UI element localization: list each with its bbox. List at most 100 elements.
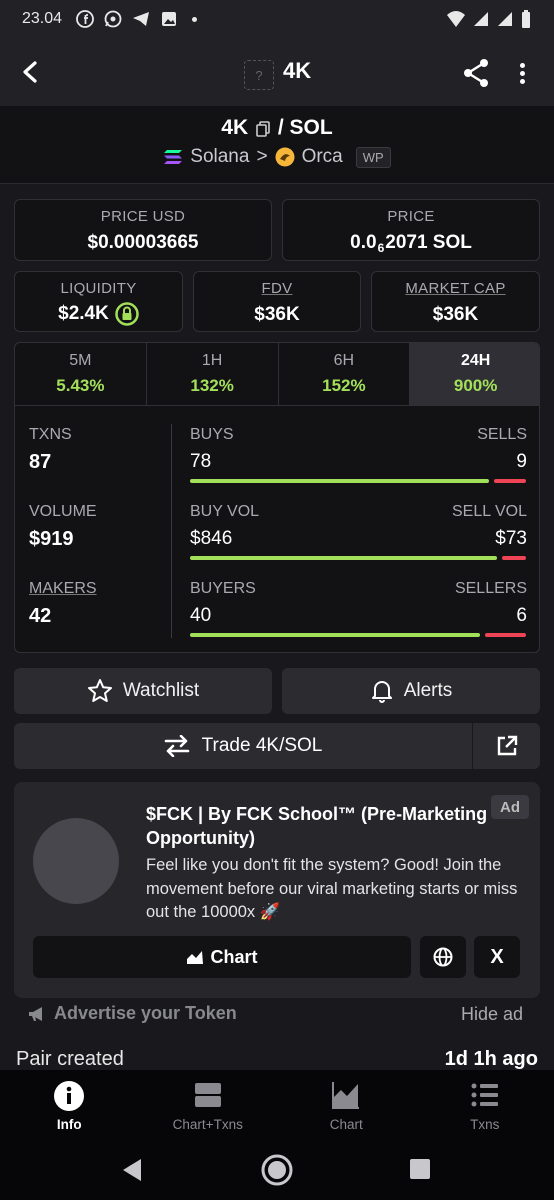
trade-button[interactable]: Trade 4K/SOL: [14, 723, 472, 769]
price-native-box: PRICE 0.062071 SOL: [282, 199, 540, 261]
external-link-icon: [497, 735, 517, 756]
timeframe-stats-panel: 5M 5.43% 1H 132% 6H 152% 24H 900% TXNS 8…: [14, 342, 540, 653]
fdv-box[interactable]: FDV $36K: [193, 271, 361, 332]
liquidity-value-row: $2.4K: [15, 302, 182, 326]
alerts-button[interactable]: Alerts: [282, 668, 540, 714]
notification-dot-icon: [192, 16, 198, 22]
orca-icon: [275, 147, 295, 167]
buyers-bar: [190, 633, 480, 637]
base-token-symbol: 4K: [221, 116, 249, 139]
battery-icon: [522, 10, 530, 28]
system-navigation-bar: [0, 1140, 554, 1200]
advertise-token-link[interactable]: Advertise your Token: [28, 1003, 237, 1024]
share-button[interactable]: [462, 58, 492, 88]
whitepaper-badge[interactable]: WP: [355, 146, 391, 168]
sell-vol-label: SELL VOL: [451, 503, 527, 520]
nav-label: Txns: [470, 1117, 500, 1132]
system-recents-icon[interactable]: [409, 1158, 431, 1180]
price-prefix: 0.0: [350, 232, 377, 253]
chain-dex-row: Solana > Orca WP: [0, 146, 554, 168]
nav-chart-txns[interactable]: Chart+Txns: [139, 1070, 278, 1140]
market-cap-box[interactable]: MARKET CAP $36K: [371, 271, 540, 332]
nav-label: Chart: [329, 1117, 363, 1132]
liquidity-locked-icon[interactable]: [115, 302, 139, 326]
list-icon: [471, 1083, 498, 1107]
megaphone-icon: [29, 1006, 42, 1021]
ad-website-button[interactable]: [420, 936, 466, 978]
tab-label: 24H: [460, 352, 491, 369]
liquidity-box: LIQUIDITY $2.4K: [14, 271, 183, 332]
system-back-icon[interactable]: [120, 1157, 144, 1183]
tab-24h[interactable]: 24H 900%: [410, 343, 539, 405]
chart-icon: [332, 1082, 360, 1109]
nav-txns[interactable]: Txns: [416, 1070, 554, 1140]
quote-token-symbol: / SOL: [277, 116, 333, 139]
gallery-icon: [162, 12, 177, 26]
ad-badge: Ad: [491, 795, 529, 819]
chain-name[interactable]: Solana: [190, 146, 249, 168]
system-home-icon[interactable]: [261, 1154, 293, 1186]
more-options-button[interactable]: [510, 58, 534, 88]
pair-name: 4K / SOL: [0, 116, 554, 140]
buys-value: 78: [190, 451, 212, 472]
tab-1h[interactable]: 1H 132%: [147, 343, 279, 405]
price-usd-value: $0.00003665: [87, 232, 199, 253]
volume-value: $919: [29, 528, 74, 550]
whatsapp-icon: [104, 10, 122, 28]
buyers-value: 40: [190, 605, 212, 626]
ad-x-button[interactable]: X: [474, 936, 520, 978]
copy-address-icon[interactable]: [256, 119, 270, 137]
txns-ratio-bar: [190, 479, 526, 483]
swap-arrows-icon: [164, 735, 189, 757]
nav-info[interactable]: Info: [0, 1070, 139, 1140]
sells-label: SELLS: [477, 426, 527, 443]
hide-ad-button[interactable]: Hide ad: [461, 1004, 523, 1025]
nav-chart[interactable]: Chart: [277, 1070, 416, 1140]
dex-name[interactable]: Orca: [302, 146, 343, 168]
makers-ratio-bar: [190, 633, 526, 637]
price-change: 900%: [453, 376, 498, 395]
sellers-value: 6: [516, 605, 527, 626]
ad-chart-button[interactable]: Chart: [33, 936, 411, 978]
open-external-button[interactable]: [473, 723, 540, 769]
signal-icon: [474, 12, 488, 26]
back-button[interactable]: [14, 56, 46, 88]
price-usd-label: PRICE USD: [100, 208, 186, 225]
sell-vol-bar: [501, 556, 526, 560]
tab-6h[interactable]: 6H 152%: [279, 343, 411, 405]
volume-label: VOLUME: [29, 503, 97, 520]
tab-label: 6H: [333, 352, 355, 369]
facebook-icon: [76, 10, 94, 28]
buy-vol-label: BUY VOL: [190, 503, 260, 520]
price-native-label: PRICE: [387, 208, 435, 225]
market-cap-label: MARKET CAP: [405, 280, 506, 297]
x-twitter-icon: X: [490, 945, 504, 968]
tab-label: 5M: [69, 352, 92, 369]
status-time: 23.04: [22, 10, 63, 27]
makers-value: 42: [29, 605, 52, 627]
advertise-label: Advertise your Token: [54, 1003, 237, 1023]
buy-vol-bar: [190, 556, 497, 560]
bottom-navigation: Info Chart+Txns Chart Txns: [0, 1070, 554, 1140]
token-logo: ?: [244, 60, 274, 90]
ad-card[interactable]: $FCK | By FCK School™ (Pre-Marketing Opp…: [14, 782, 540, 998]
alerts-label: Alerts: [403, 680, 453, 701]
watchlist-button[interactable]: Watchlist: [14, 668, 272, 714]
price-suffix: 2071 SOL: [385, 232, 472, 253]
liquidity-label: LIQUIDITY: [60, 280, 137, 297]
back-arrow-icon: [23, 61, 37, 83]
price-change: 152%: [322, 376, 366, 395]
info-icon: [54, 1081, 85, 1111]
chart-area-icon: [187, 951, 204, 964]
tab-5m[interactable]: 5M 5.43%: [15, 343, 147, 405]
share-icon: [464, 59, 488, 87]
nav-label: Chart+Txns: [172, 1117, 243, 1132]
signal-2-icon: [498, 12, 512, 26]
globe-icon: [433, 947, 453, 967]
fdv-label: FDV: [261, 280, 293, 297]
solana-icon: [164, 150, 183, 164]
makers-label[interactable]: MAKERS: [29, 580, 97, 598]
page-title: 4K: [283, 58, 312, 83]
sellers-bar: [484, 633, 526, 637]
breadcrumb-chevron: >: [256, 146, 268, 167]
